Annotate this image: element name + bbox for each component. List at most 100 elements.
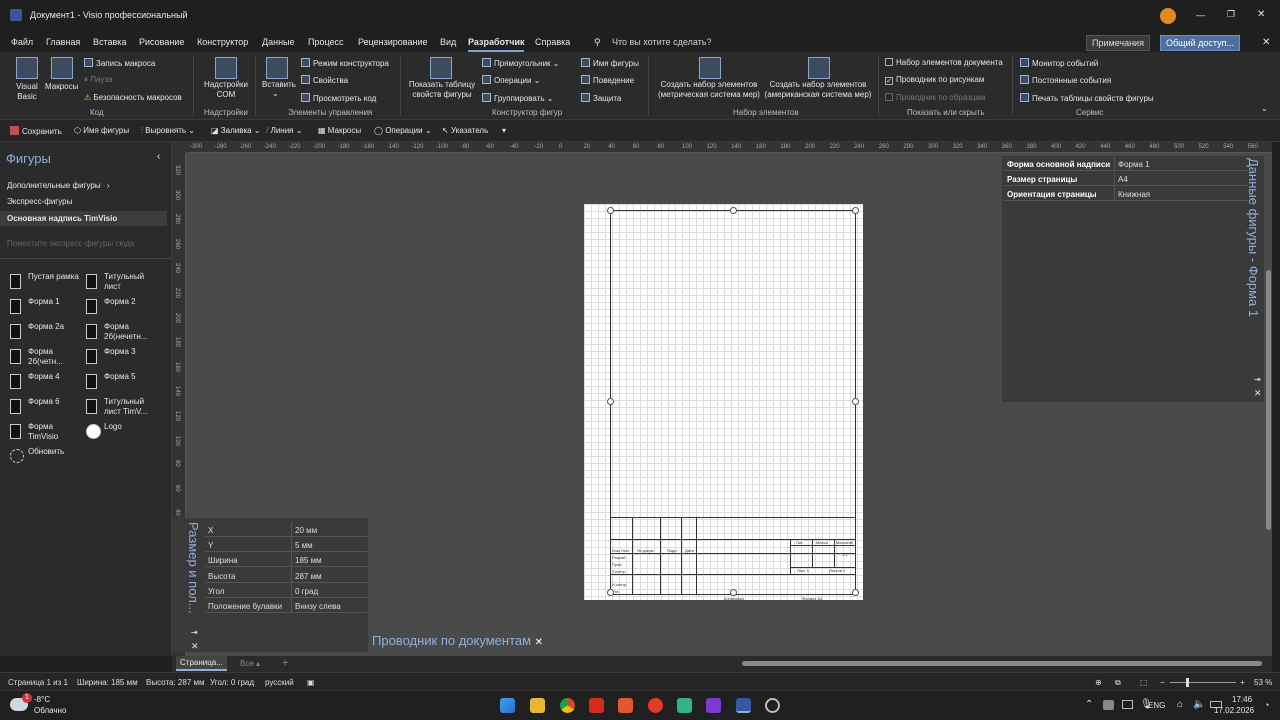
new-stencil-us-button[interactable]: Создать набор элементов (американская си… — [762, 80, 874, 100]
size-value[interactable]: 5 мм — [295, 541, 313, 550]
tab-view[interactable]: Вид — [440, 37, 456, 47]
presentation-icon[interactable]: ⬚ — [1140, 678, 1148, 687]
stencil-shape-item[interactable]: Форма 3 — [84, 347, 156, 369]
operations-button[interactable]: Операции ⌄ — [482, 75, 540, 85]
event-monitor-button[interactable]: Монитор событий — [1020, 58, 1098, 68]
qat-shape-name[interactable]: ⬡ Имя фигуры — [74, 126, 129, 135]
vertical-scrollbar[interactable] — [1266, 270, 1271, 530]
selection-handle[interactable] — [730, 207, 737, 214]
selection-handle[interactable] — [730, 589, 737, 596]
new-stencil-metric-button[interactable]: Создать набор элементов (метрическая сис… — [655, 80, 763, 100]
chrome-icon[interactable] — [560, 698, 575, 713]
stencil-shape-item[interactable]: Форма 6 — [8, 397, 80, 419]
qat-customize-icon[interactable]: ▾ — [502, 126, 506, 135]
maximize-button[interactable]: ❐ — [1227, 9, 1235, 20]
windows-start-icon[interactable] — [500, 698, 515, 713]
qat-save[interactable]: Сохранить — [10, 126, 62, 136]
stencil-shape-item[interactable]: Пустая рамка — [8, 272, 80, 294]
size-row-angle[interactable]: Угол 0 град — [205, 583, 367, 598]
ribbon-collapse-icon[interactable]: ⌄ — [1261, 104, 1268, 113]
status-language[interactable]: русский — [265, 678, 294, 687]
size-row-height[interactable]: Высота 287 мм — [205, 568, 367, 583]
size-row-y[interactable]: Y 5 мм — [205, 537, 367, 552]
shapesheet-icon[interactable] — [430, 57, 452, 79]
visual-basic-button[interactable]: Visual Basic — [14, 82, 40, 102]
close-size-panel-icon[interactable]: ✕ — [191, 641, 199, 652]
horizontal-ruler[interactable]: -300 -280 -260 -240 -220 -200 -180 -160 -140 -120… — [186, 142, 1272, 153]
tab-review[interactable]: Рецензирование — [358, 37, 428, 47]
stencil-shape-item[interactable]: Форма 1 — [8, 297, 80, 319]
macro-record-icon[interactable]: ▣ — [307, 678, 315, 687]
doc-stencil-checkbox[interactable]: Набор элементов документа — [885, 58, 1003, 67]
properties-button[interactable]: Свойства — [301, 75, 348, 85]
stencil-shape-item[interactable]: Форма 2б(нечетн... — [84, 322, 156, 344]
qat-align[interactable]: ⫶ Выровнять ⌄ — [141, 126, 195, 136]
tray-volume-icon[interactable]: 🔈 — [1193, 699, 1205, 710]
stencil-shape-item[interactable]: Титульный лист — [84, 272, 156, 294]
tray-display-icon[interactable] — [1122, 700, 1133, 709]
quick-shapes-link[interactable]: Экспресс-фигуры — [7, 197, 72, 207]
shape-data-value[interactable]: Книжная — [1118, 190, 1150, 199]
fit-page-icon[interactable]: ⊕ — [1095, 678, 1102, 687]
zoom-slider[interactable] — [1170, 682, 1236, 683]
qat-fill[interactable]: ◪ Заливка ⌄ — [211, 126, 261, 135]
stencil-shape-item[interactable]: Форма 4 — [8, 372, 80, 394]
stencil-shape-item[interactable]: Форма TimVisio — [8, 422, 80, 444]
pause-button[interactable]: ⏸ Пауза — [84, 75, 112, 85]
visual-basic-icon[interactable] — [16, 57, 38, 79]
qat-operations[interactable]: ◯ Операции ⌄ — [374, 126, 432, 135]
tab-data[interactable]: Данные — [262, 37, 295, 47]
search-box[interactable]: Что вы хотите сделать? — [612, 37, 712, 47]
insert-control-icon[interactable] — [266, 57, 288, 79]
shape-data-row[interactable]: Размер страницы А4 — [1004, 172, 1248, 186]
new-stencil-metric-icon[interactable] — [699, 57, 721, 79]
selection-handle[interactable] — [852, 207, 859, 214]
yandex-browser-icon[interactable] — [648, 698, 663, 713]
notepad-icon[interactable] — [677, 698, 692, 713]
com-addins-button[interactable]: Надстройки COM — [203, 80, 249, 100]
master-explorer-checkbox[interactable]: Проводник по образцам — [885, 93, 985, 102]
tab-draw[interactable]: Рисование — [139, 37, 184, 47]
shape-name-button[interactable]: Имя фигуры — [581, 58, 639, 68]
group-button[interactable]: Группировать ⌄ — [482, 93, 553, 103]
page-tab-1[interactable]: Страница... — [176, 656, 227, 671]
warning-avatar-icon[interactable] — [1160, 8, 1176, 24]
app-orange-icon[interactable] — [618, 698, 633, 713]
qat-pointer[interactable]: ↖ Указатель — [442, 126, 488, 135]
stencil-shape-item[interactable]: Форма 5 — [84, 372, 156, 394]
zoom-out-icon[interactable]: − — [1160, 678, 1165, 687]
com-addins-icon[interactable] — [215, 57, 237, 79]
size-value[interactable]: 20 мм — [295, 526, 317, 535]
minimize-button[interactable]: — — [1196, 10, 1205, 20]
switch-windows-icon[interactable]: ⧉ — [1115, 678, 1121, 688]
tray-language[interactable]: ENG — [1148, 701, 1165, 710]
qat-line[interactable]: ⁄ Линия ⌄ — [267, 126, 302, 135]
zoom-slider-thumb[interactable] — [1186, 678, 1189, 687]
stencil-shape-item[interactable]: Форма 2 — [84, 297, 156, 319]
shape-data-value[interactable]: А4 — [1118, 175, 1128, 184]
stencil-shape-item[interactable]: Обновить — [8, 447, 80, 469]
shape-data-row[interactable]: Ориентация страницы Книжная — [1004, 187, 1248, 201]
tab-process[interactable]: Процесс — [308, 37, 344, 47]
size-value[interactable]: Внизу слева — [295, 602, 341, 611]
macros-icon[interactable] — [51, 57, 73, 79]
tray-network-icon[interactable]: ⌂ — [1177, 699, 1183, 710]
tab-help[interactable]: Справка — [535, 37, 570, 47]
share-button[interactable]: Общий доступ... — [1160, 35, 1240, 51]
stencil-shape-item[interactable]: Форма 2а — [8, 322, 80, 344]
add-page-icon[interactable]: + — [282, 657, 288, 669]
drawing-page[interactable]: Изм. Лист № докум. Подп. Дата Разраб. Пр… — [584, 204, 863, 601]
stencil-tab-timvisio[interactable]: Основная надпись TimVisio — [0, 211, 167, 226]
tray-app-icon[interactable] — [1103, 700, 1114, 710]
tab-design[interactable]: Конструктор — [197, 37, 248, 47]
selection-handle[interactable] — [607, 589, 614, 596]
qat-macros[interactable]: ▦ Макросы — [318, 126, 361, 135]
rectangle-button[interactable]: Прямоугольник ⌄ — [482, 58, 559, 68]
stencil-shape-item[interactable]: Форма 2б(четн... — [8, 347, 80, 369]
show-shapesheet-button[interactable]: Показать таблицу свойств фигуры — [407, 80, 477, 100]
app-settings-icon[interactable] — [765, 698, 780, 713]
close-shape-data-icon[interactable]: ✕ — [1254, 388, 1262, 399]
tab-home[interactable]: Главная — [46, 37, 80, 47]
tab-developer[interactable]: Разработчик — [468, 37, 525, 52]
design-mode-button[interactable]: Режим конструктора — [301, 58, 389, 68]
